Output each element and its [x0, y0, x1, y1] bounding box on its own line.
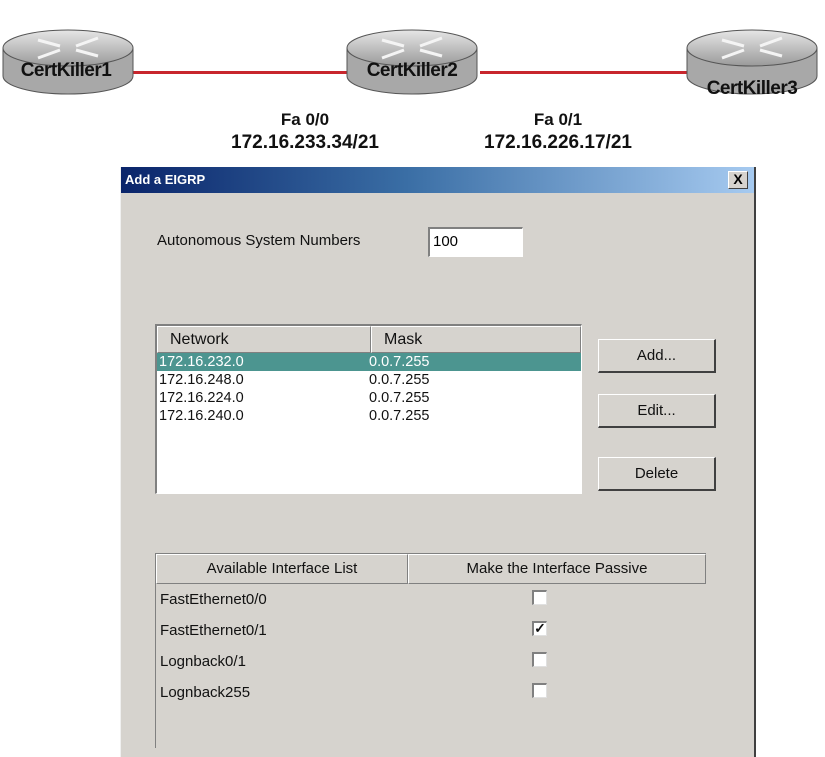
- table-row[interactable]: 172.16.232.0 0.0.7.255: [157, 353, 581, 371]
- close-button[interactable]: X: [728, 171, 748, 189]
- interface-name: Fa 0/1: [533, 110, 583, 129]
- interface-name: Fa 0/0: [280, 110, 330, 129]
- as-number-input[interactable]: 100: [428, 227, 523, 257]
- interface-name-cell: Lognback255: [160, 684, 251, 701]
- router-certkiller1: CertKiller1: [0, 26, 138, 96]
- interface-name-cell: FastEthernet0/0: [160, 591, 267, 608]
- router-label: CertKiller3: [706, 78, 798, 99]
- passive-checkbox[interactable]: ✓: [532, 621, 547, 636]
- interface-fa0-1: Fa 0/1 172.16.226.17/21: [448, 108, 668, 154]
- network-cell: 172.16.240.0: [159, 408, 244, 424]
- dialog-titlebar[interactable]: Add a EIGRP X: [121, 167, 754, 193]
- delete-button[interactable]: Delete: [598, 457, 716, 491]
- mask-cell: 0.0.7.255: [369, 408, 430, 424]
- add-eigrp-dialog: Add a EIGRP X Autonomous System Numbers …: [120, 167, 756, 757]
- network-cell: 172.16.224.0: [159, 390, 244, 406]
- router-certkiller3: CertKiller3: [682, 26, 822, 99]
- router-label: CertKiller1: [20, 60, 112, 81]
- edit-button[interactable]: Edit...: [598, 394, 716, 428]
- interface-table-header: Available Interface List Make the Interf…: [156, 554, 706, 584]
- column-header-network[interactable]: Network: [157, 326, 371, 353]
- link-ck1-ck2: [130, 71, 360, 74]
- interface-name-cell: FastEthernet0/1: [160, 622, 267, 639]
- network-cell: 172.16.248.0: [159, 372, 244, 388]
- column-header-interface[interactable]: Available Interface List: [156, 554, 408, 584]
- interface-name-cell: Lognback0/1: [160, 653, 246, 670]
- network-table: Network Mask 172.16.232.0 0.0.7.255 172.…: [155, 324, 582, 494]
- dialog-title: Add a EIGRP: [125, 172, 206, 187]
- router-label: CertKiller2: [366, 60, 458, 81]
- column-header-passive[interactable]: Make the Interface Passive: [408, 554, 706, 584]
- table-row[interactable]: 172.16.248.0 0.0.7.255: [157, 371, 581, 389]
- list-item: FastEthernet0/0: [156, 584, 706, 615]
- column-header-mask[interactable]: Mask: [371, 326, 581, 353]
- table-row[interactable]: 172.16.224.0 0.0.7.255: [157, 389, 581, 407]
- passive-checkbox[interactable]: [532, 652, 547, 667]
- network-cell: 172.16.232.0: [159, 354, 244, 370]
- mask-cell: 0.0.7.255: [369, 372, 430, 388]
- add-button[interactable]: Add...: [598, 339, 716, 373]
- router-certkiller2: CertKiller2: [342, 26, 482, 96]
- interface-fa0-0: Fa 0/0 172.16.233.34/21: [195, 108, 415, 154]
- list-item: FastEthernet0/1 ✓: [156, 615, 706, 646]
- mask-cell: 0.0.7.255: [369, 390, 430, 406]
- passive-checkbox[interactable]: [532, 590, 547, 605]
- interface-address: 172.16.226.17/21: [484, 132, 632, 153]
- passive-checkbox[interactable]: [532, 683, 547, 698]
- mask-cell: 0.0.7.255: [369, 354, 430, 370]
- link-ck2-ck3: [480, 71, 695, 74]
- table-row[interactable]: 172.16.240.0 0.0.7.255: [157, 407, 581, 425]
- interface-table: Available Interface List Make the Interf…: [155, 553, 706, 748]
- network-table-header: Network Mask: [157, 326, 581, 353]
- close-icon: X: [733, 171, 743, 187]
- list-item: Lognback255: [156, 677, 706, 708]
- interface-address: 172.16.233.34/21: [231, 132, 379, 153]
- as-number-label: Autonomous System Numbers: [157, 232, 361, 249]
- list-item: Lognback0/1: [156, 646, 706, 677]
